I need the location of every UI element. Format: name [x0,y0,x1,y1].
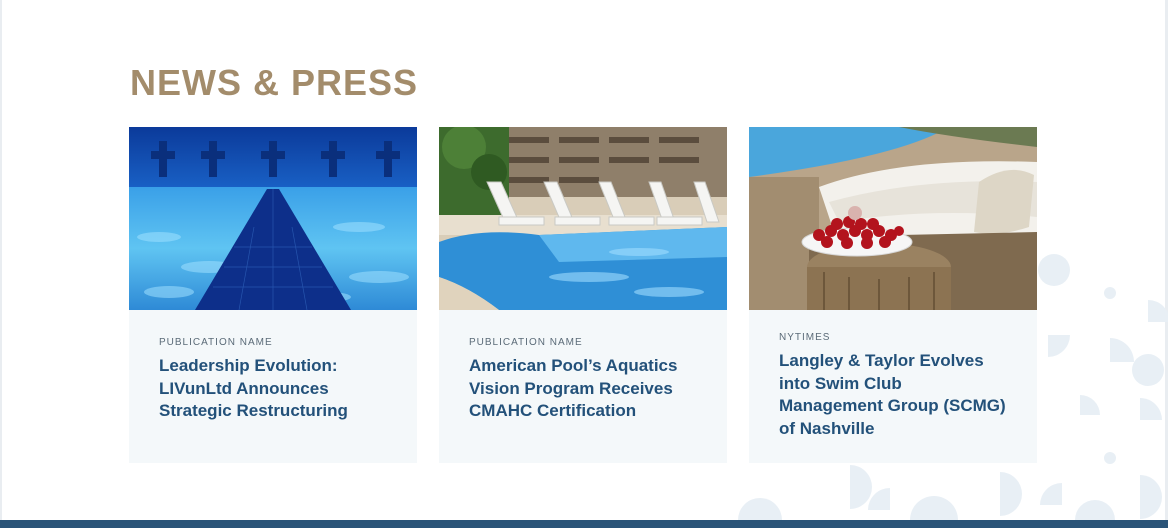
card-image [749,127,1037,310]
publication-name: PUBLICATION NAME [159,337,273,348]
news-card[interactable]: PUBLICATION NAME American Pool’s Aquatic… [439,127,727,463]
publication-name: NYTIMES [779,332,831,343]
footer-accent-bar [0,520,1168,528]
card-headline[interactable]: Langley & Taylor Evolves into Swim Club … [779,350,1009,440]
news-card[interactable]: NYTIMES Langley & Taylor Evolves into Sw… [749,127,1037,463]
page-left-border [0,0,2,528]
news-card[interactable]: PUBLICATION NAME Leadership Evolution: L… [129,127,417,463]
card-headline[interactable]: American Pool’s Aquatics Vision Program … [469,355,699,423]
section-title: NEWS & PRESS [130,62,419,103]
card-headline[interactable]: Leadership Evolution: LIVunLtd Announces… [159,355,389,423]
publication-name: PUBLICATION NAME [469,337,583,348]
card-image [439,127,727,310]
card-image [129,127,417,310]
